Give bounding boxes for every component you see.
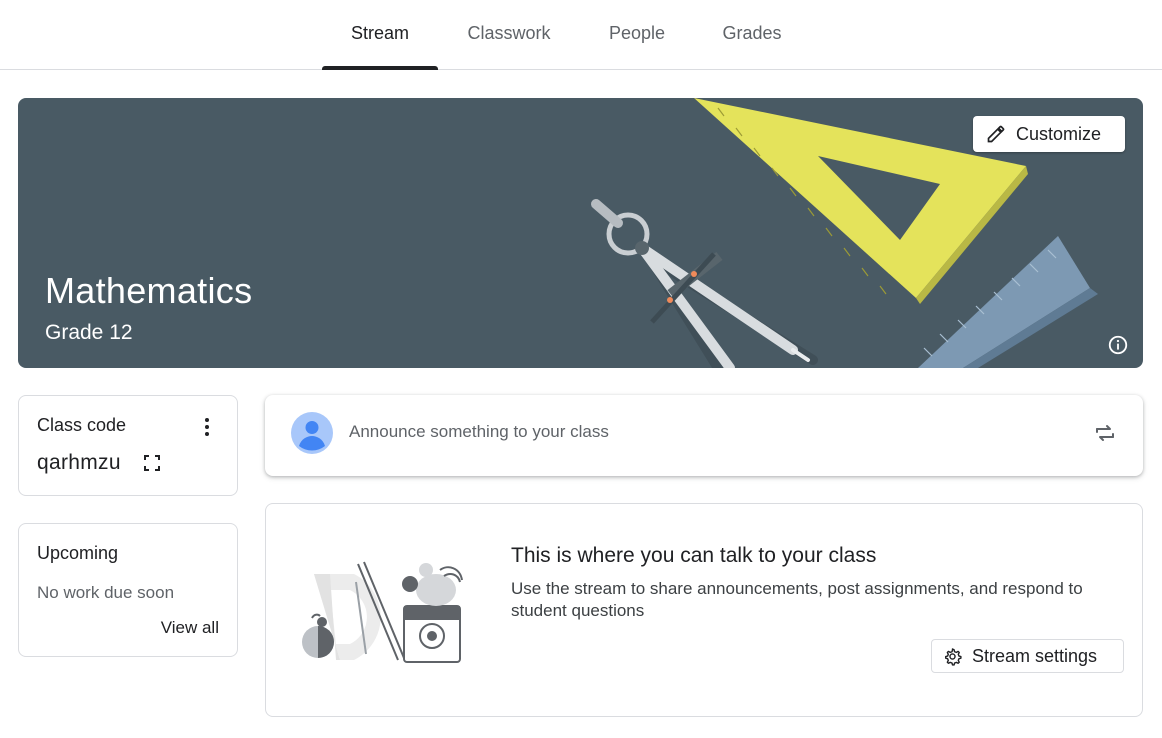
- customize-label: Customize: [1016, 123, 1102, 144]
- class-section: Grade 12: [45, 321, 133, 344]
- stream-intro-card: This is where you can talk to your class…: [265, 503, 1143, 717]
- tab-stream-label: Stream: [350, 23, 410, 43]
- avatar-icon: [291, 412, 333, 454]
- customize-button[interactable]: Customize: [973, 116, 1125, 152]
- tab-classwork[interactable]: Classwork: [454, 0, 564, 70]
- fullscreen-icon[interactable]: [143, 454, 161, 472]
- active-tab-indicator: [322, 66, 438, 70]
- more-vert-icon[interactable]: [197, 415, 217, 439]
- class-banner: Customize Mathematics Grade 12: [18, 98, 1143, 368]
- gear-icon: [944, 647, 962, 666]
- tab-people-label: People: [608, 23, 666, 43]
- tab-grades-label: Grades: [722, 23, 782, 43]
- stream-intro-title: This is where you can talk to your class: [511, 544, 877, 567]
- top-nav-tabs: Stream Classwork People Grades: [0, 0, 1162, 70]
- upcoming-empty-text: No work due soon: [37, 583, 175, 602]
- tab-classwork-label: Classwork: [467, 23, 551, 43]
- stream-settings-label: Stream settings: [972, 645, 1098, 666]
- stream-illustration: [302, 561, 463, 663]
- class-code-card: Class code qarhmzu: [18, 395, 238, 496]
- stream-intro-description: Use the stream to share announcements, p…: [511, 579, 1083, 620]
- announce-placeholder: Announce something to your class: [349, 422, 609, 441]
- upcoming-title: Upcoming: [37, 543, 119, 563]
- stream-settings-button[interactable]: Stream settings: [931, 639, 1124, 673]
- view-all-link[interactable]: View all: [161, 618, 219, 638]
- class-code-label: Class code: [37, 415, 127, 435]
- pencil-icon: [987, 125, 1005, 143]
- upcoming-card: Upcoming No work due soon View all: [18, 523, 238, 657]
- info-icon[interactable]: [1107, 334, 1129, 356]
- tab-grades[interactable]: Grades: [710, 0, 794, 70]
- announce-box[interactable]: Announce something to your class: [265, 395, 1143, 476]
- class-title[interactable]: Mathematics: [45, 270, 252, 312]
- tab-stream[interactable]: Stream: [322, 0, 438, 70]
- class-code-value: qarhmzu: [37, 451, 121, 474]
- repost-icon[interactable]: [1093, 421, 1117, 445]
- tab-people[interactable]: People: [596, 0, 678, 70]
